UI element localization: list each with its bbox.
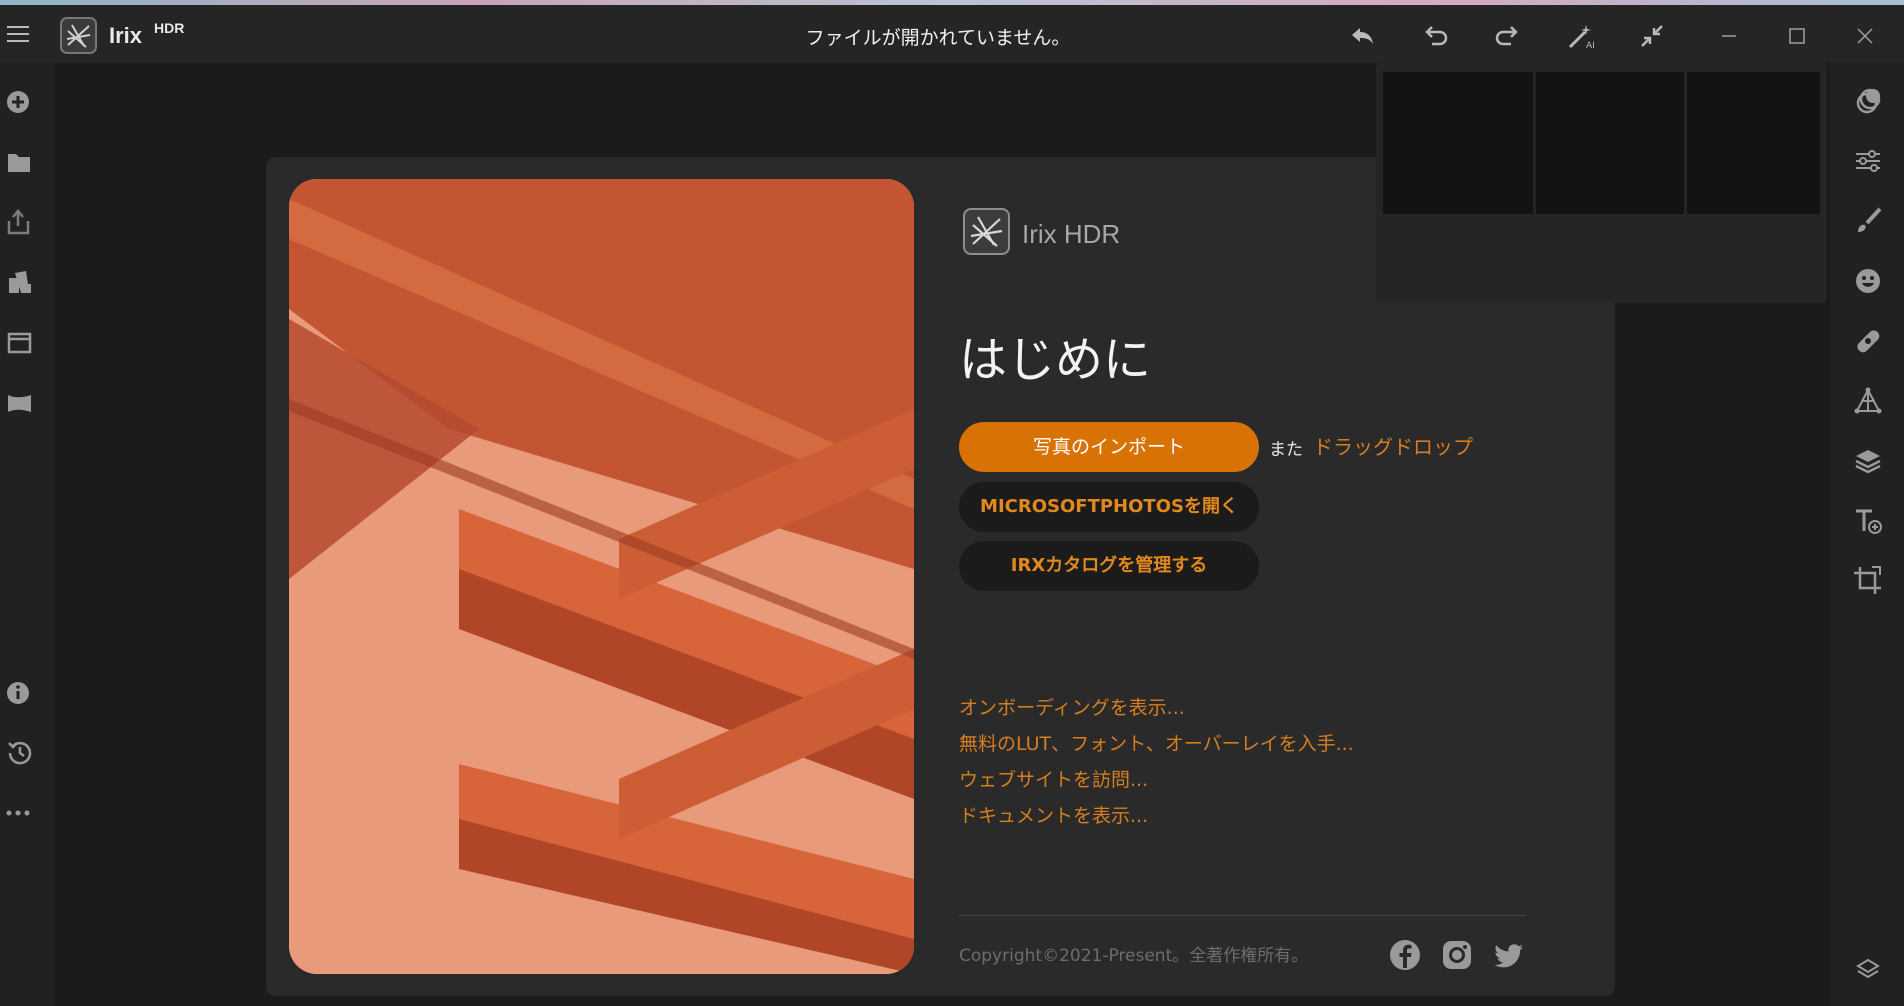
batch-icon[interactable] <box>6 264 42 300</box>
export-icon[interactable] <box>6 204 42 240</box>
info-icon[interactable] <box>6 675 42 711</box>
right-toolbar <box>1830 63 1904 1006</box>
maximize-icon[interactable] <box>1781 20 1813 52</box>
document-status: ファイルが開かれていません。 <box>805 27 1071 49</box>
copyright-text: Copyright©2021-Present。全著作権所有。 <box>959 946 1309 966</box>
footer-divider <box>959 915 1526 916</box>
adjustments-icon[interactable] <box>1850 143 1886 179</box>
back-icon[interactable] <box>1346 20 1378 52</box>
brand-name: Irix HDR <box>1022 219 1121 249</box>
title-bar: Irix HDR ファイルが開かれていません。 AI <box>0 5 1904 63</box>
thumbnail-slot[interactable] <box>1687 72 1820 214</box>
add-icon[interactable] <box>6 84 42 120</box>
show-documentation-link[interactable]: ドキュメントを表示... <box>959 801 1148 828</box>
sample-photo <box>289 179 914 974</box>
text-add-icon[interactable] <box>1850 503 1886 539</box>
instagram-icon[interactable] <box>1440 938 1474 972</box>
compress-icon[interactable] <box>1636 20 1668 52</box>
brush-icon[interactable] <box>1850 203 1886 239</box>
folder-icon[interactable] <box>6 144 42 180</box>
crop-icon[interactable] <box>1850 563 1886 599</box>
history-icon[interactable] <box>6 735 42 771</box>
facebook-icon[interactable] <box>1388 938 1422 972</box>
minimize-icon[interactable] <box>1713 20 1745 52</box>
healing-icon[interactable] <box>1850 323 1886 359</box>
app-name-sup: HDR <box>154 20 185 36</box>
geometry-icon[interactable] <box>1850 383 1886 419</box>
presets-icon[interactable] <box>1850 83 1886 119</box>
left-toolbar <box>0 63 55 1006</box>
page-title: はじめに <box>959 332 1152 388</box>
undo-icon[interactable] <box>1420 20 1452 52</box>
manage-catalog-button[interactable]: IRXカタログを管理する <box>959 541 1259 591</box>
or-label: また <box>1269 440 1303 460</box>
app-logo <box>60 17 97 54</box>
thumbnail-popup <box>1376 63 1827 303</box>
face-icon[interactable] <box>1850 263 1886 299</box>
close-icon[interactable] <box>1849 20 1881 52</box>
app-name: Irix <box>109 23 143 48</box>
more-icon[interactable] <box>6 795 42 831</box>
drag-drop-link[interactable]: ドラッグドロップ <box>1313 431 1473 460</box>
visit-website-link[interactable]: ウェブサイトを訪問... <box>959 765 1148 792</box>
ai-magic-icon[interactable]: AI <box>1565 20 1597 52</box>
layers-icon[interactable] <box>1850 443 1886 479</box>
window-icon[interactable] <box>6 324 42 360</box>
free-luts-link[interactable]: 無料のLUT、フォント、オーバーレイを入手... <box>959 729 1354 756</box>
brand-logo <box>963 208 1010 255</box>
expand-icon[interactable] <box>1850 951 1886 987</box>
thumbnail-slot[interactable] <box>1536 72 1684 214</box>
show-onboarding-link[interactable]: オンボーディングを表示... <box>959 693 1185 720</box>
open-microsoft-photos-button[interactable]: MICROSOFTPHOTOSを開く <box>959 482 1259 532</box>
twitter-icon[interactable] <box>1492 938 1526 972</box>
thumbnail-slot[interactable] <box>1383 72 1533 214</box>
redo-icon[interactable] <box>1491 20 1523 52</box>
panorama-icon[interactable] <box>6 384 42 420</box>
menu-icon[interactable] <box>7 26 29 42</box>
import-photo-button[interactable]: 写真のインポート <box>959 422 1259 472</box>
svg-text:AI: AI <box>1586 41 1595 51</box>
